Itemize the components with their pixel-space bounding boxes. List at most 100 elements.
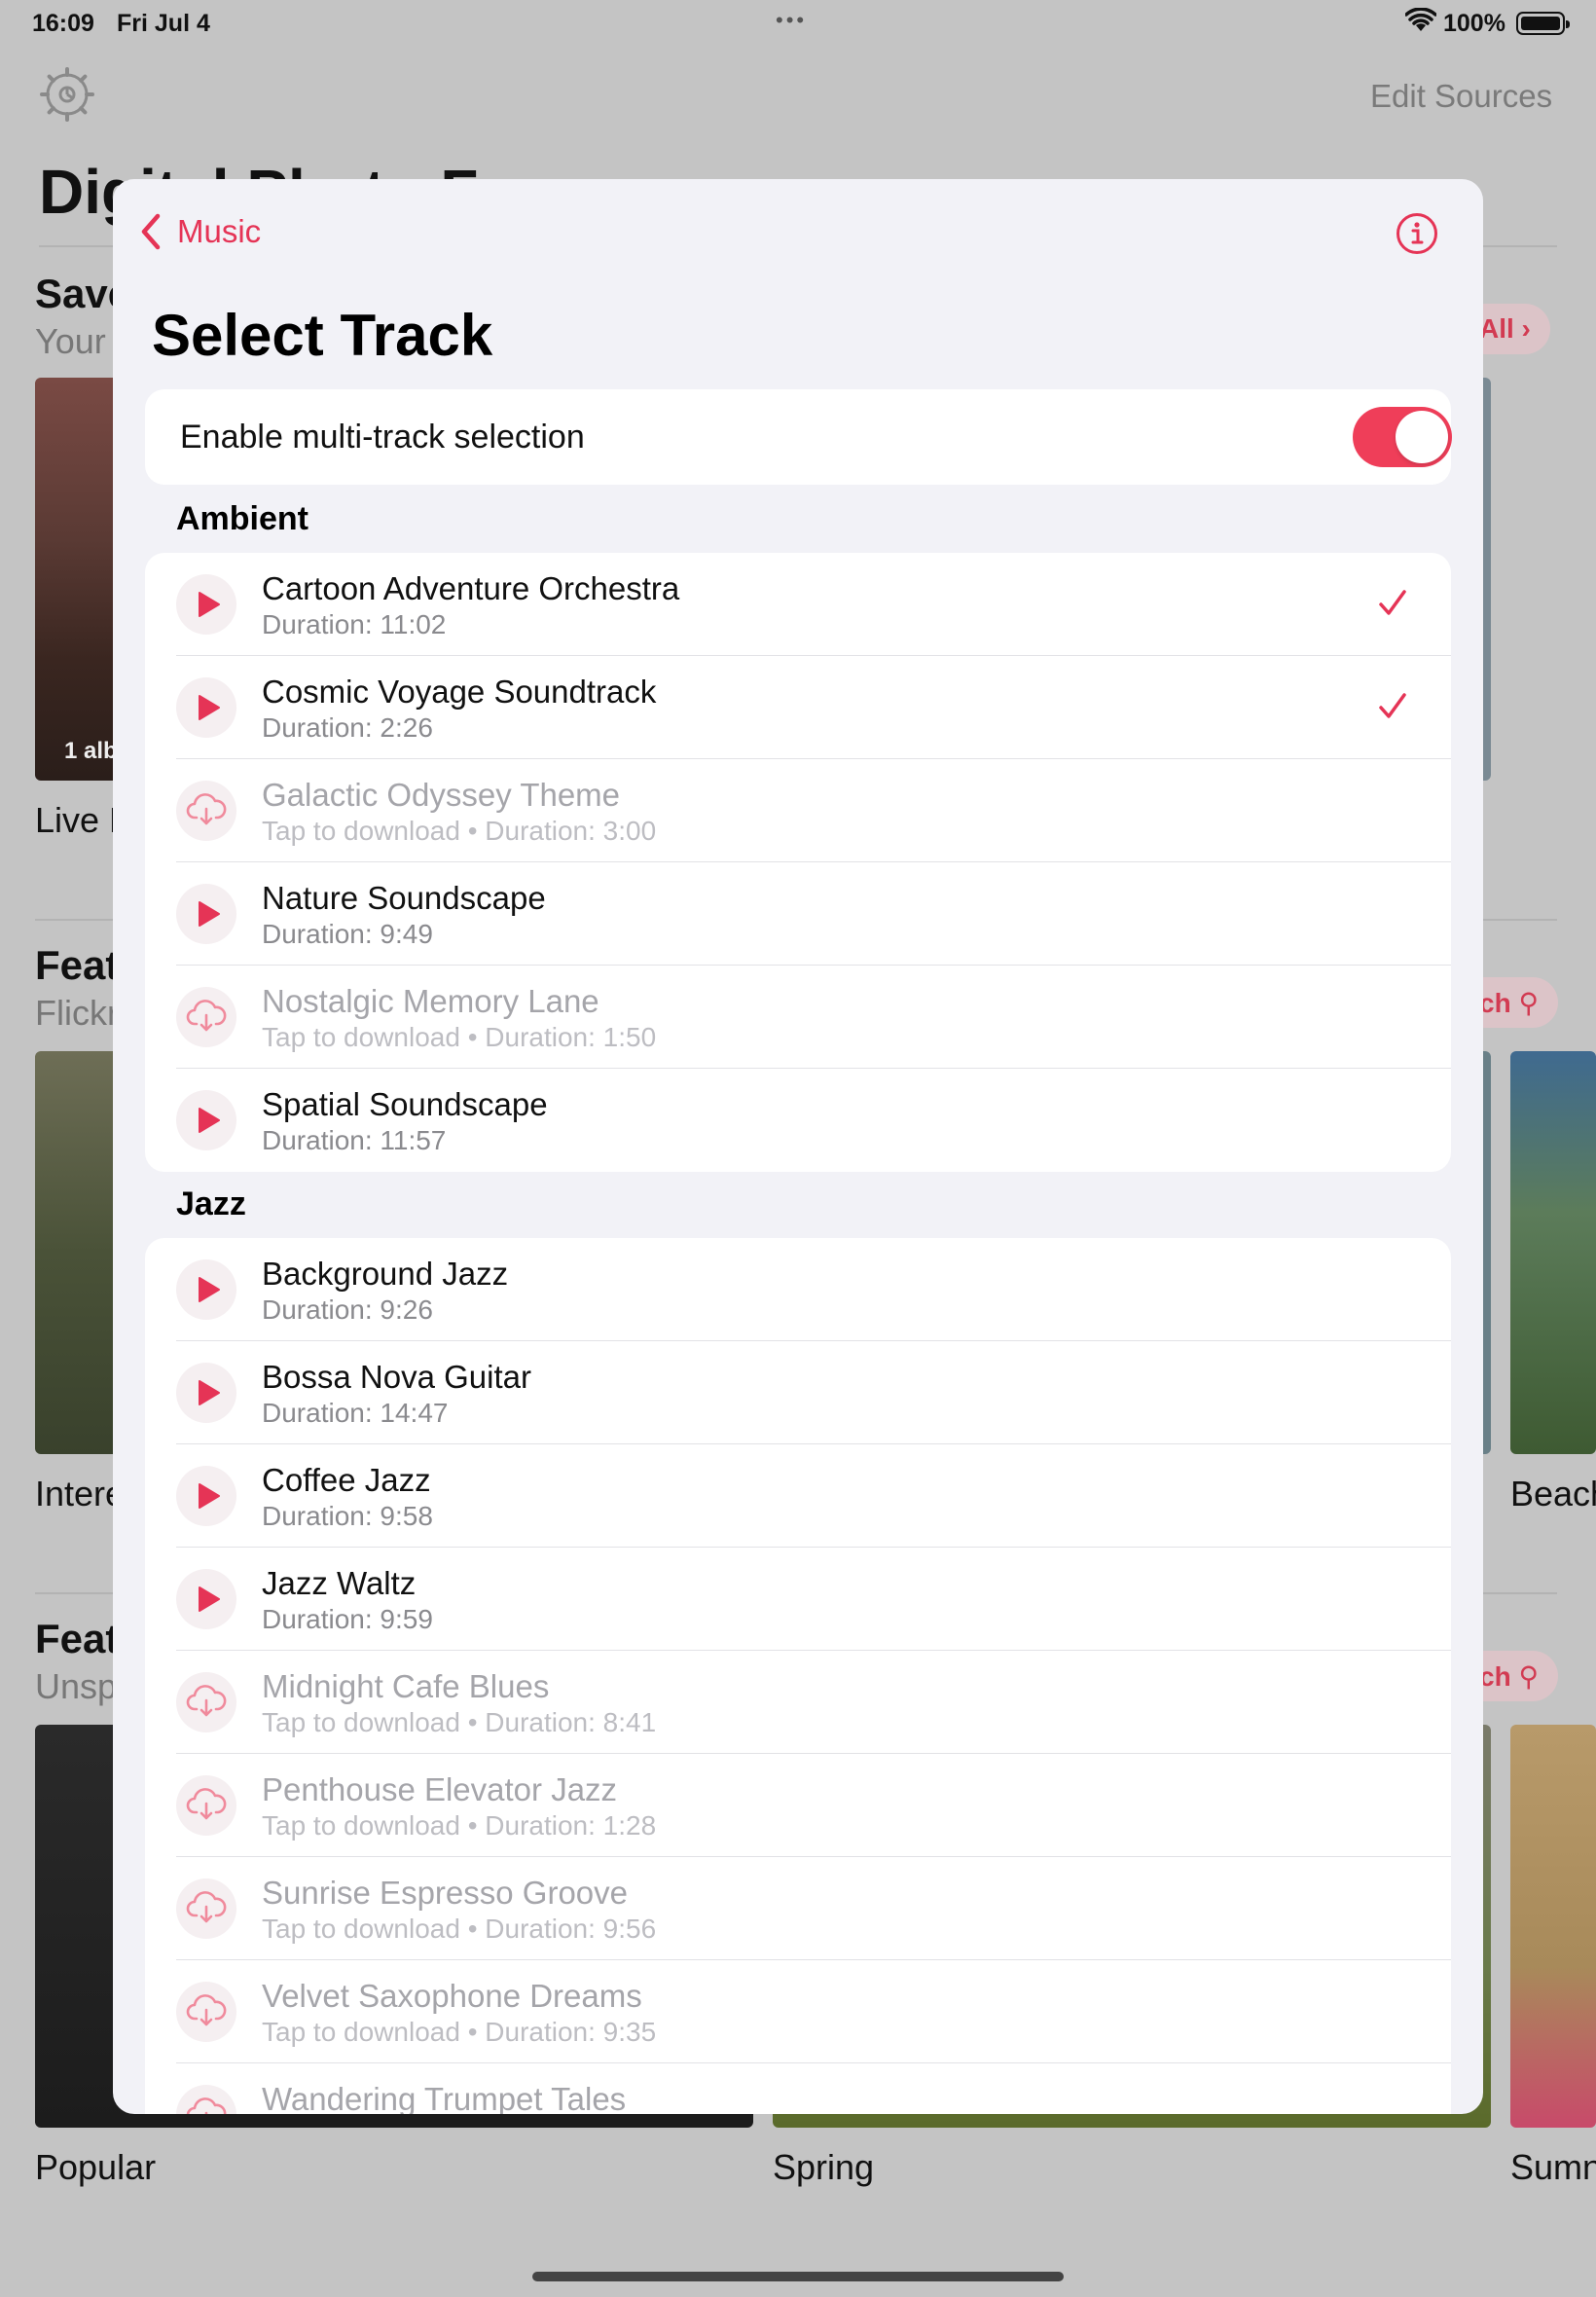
see-all-label: All xyxy=(1479,313,1514,344)
track-row[interactable]: Cosmic Voyage Soundtrack Duration: 2:26 xyxy=(145,656,1451,759)
play-button[interactable] xyxy=(176,1569,236,1629)
download-button[interactable] xyxy=(176,1775,236,1836)
track-duration: Tap to download • Duration: 9:56 xyxy=(262,1914,657,1944)
album-caption: Beach xyxy=(1510,1474,1596,1513)
section-subheading-saved: Your xyxy=(35,321,106,361)
download-button[interactable] xyxy=(176,1878,236,1939)
battery-percent: 100% xyxy=(1443,10,1505,37)
track-row[interactable]: Nature Soundscape Duration: 9:49 xyxy=(145,862,1451,966)
track-duration: Duration: 9:59 xyxy=(262,1604,433,1634)
play-button[interactable] xyxy=(176,1090,236,1150)
track-row[interactable]: Cartoon Adventure Orchestra Duration: 11:… xyxy=(145,553,1451,656)
track-title: Sunrise Espresso Groove xyxy=(262,1875,629,1911)
home-indicator[interactable] xyxy=(532,2272,1064,2281)
track-row[interactable]: Penthouse Elevator Jazz Tap to download •… xyxy=(145,1754,1451,1857)
play-icon xyxy=(199,1108,220,1133)
toggle-knob xyxy=(1396,411,1448,463)
select-track-sheet: Music Select Track Enable multi-track se… xyxy=(113,179,1483,2114)
download-button[interactable] xyxy=(176,987,236,1047)
album-caption: Sumn xyxy=(1510,2147,1596,2187)
search-icon: ⚲ xyxy=(1518,1661,1539,1692)
jazz-track-list: Background Jazz Duration: 9:26 Bossa Nova … xyxy=(145,1238,1451,2114)
play-icon xyxy=(199,1483,220,1509)
play-icon xyxy=(199,1277,220,1302)
track-title: Spatial Soundscape xyxy=(262,1086,548,1122)
track-title: Nostalgic Memory Lane xyxy=(262,983,599,1019)
track-title: Galactic Odyssey Theme xyxy=(262,777,621,813)
play-button[interactable] xyxy=(176,1259,236,1320)
track-title: Penthouse Elevator Jazz xyxy=(262,1771,618,1807)
gear-icon[interactable] xyxy=(39,66,95,123)
track-duration: Tap to download • Duration: 9:35 xyxy=(262,2017,657,2047)
multi-track-toggle-row: Enable multi-track selection xyxy=(145,389,1452,485)
status-time: 16:09 xyxy=(32,10,94,37)
cloud-download-icon xyxy=(186,2097,227,2114)
multitasking-dots-icon[interactable]: ••• xyxy=(776,8,807,33)
cloud-download-icon xyxy=(186,1994,227,2026)
track-row[interactable]: Velvet Saxophone Dreams Tap to download •… xyxy=(145,1960,1451,2063)
album-caption: Popular xyxy=(35,2147,157,2187)
track-row[interactable]: Wandering Trumpet Tales xyxy=(145,2063,1451,2114)
track-duration: Duration: 9:49 xyxy=(262,919,433,949)
album-thumbnail[interactable] xyxy=(35,1051,123,1454)
play-icon xyxy=(199,1380,220,1405)
download-button[interactable] xyxy=(176,1982,236,2042)
play-button[interactable] xyxy=(176,574,236,635)
section-heading-featured-unsplash: Feat xyxy=(35,1616,120,1661)
wifi-icon xyxy=(1405,8,1436,31)
section-subheading-flickr: Flickr xyxy=(35,993,119,1033)
cloud-download-icon xyxy=(186,1891,227,1923)
track-row[interactable]: Spatial Soundscape Duration: 11:57 xyxy=(145,1069,1451,1172)
play-icon xyxy=(199,901,220,927)
section-header-ambient: Ambient xyxy=(176,500,308,537)
track-row[interactable]: Coffee Jazz Duration: 9:58 xyxy=(145,1444,1451,1548)
battery-icon xyxy=(1516,12,1570,35)
play-button[interactable] xyxy=(176,1363,236,1423)
ambient-track-list: Cartoon Adventure Orchestra Duration: 11:… xyxy=(145,553,1451,1172)
checkmark-icon xyxy=(1379,590,1406,615)
info-icon[interactable] xyxy=(1396,212,1438,255)
track-row[interactable]: Midnight Cafe Blues Tap to download • Dur… xyxy=(145,1651,1451,1754)
track-duration: Duration: 2:26 xyxy=(262,712,433,743)
section-heading-featured-flickr: Feat xyxy=(35,942,120,988)
download-button[interactable] xyxy=(176,2085,236,2114)
track-row[interactable]: Galactic Odyssey Theme Tap to download • … xyxy=(145,759,1451,862)
track-row[interactable]: Background Jazz Duration: 9:26 xyxy=(145,1238,1451,1341)
track-title: Coffee Jazz xyxy=(262,1462,431,1498)
edit-sources-button[interactable]: Edit Sources xyxy=(1370,78,1552,115)
track-row[interactable]: Nostalgic Memory Lane Tap to download • D… xyxy=(145,966,1451,1069)
track-duration: Duration: 11:02 xyxy=(262,609,447,639)
multi-track-toggle[interactable] xyxy=(1353,407,1452,467)
track-row[interactable]: Jazz Waltz Duration: 9:59 xyxy=(145,1548,1451,1651)
download-button[interactable] xyxy=(176,1672,236,1732)
cloud-download-icon xyxy=(186,1000,227,1032)
track-duration: Duration: 9:58 xyxy=(262,1501,433,1531)
track-row[interactable]: Bossa Nova Guitar Duration: 14:47 xyxy=(145,1341,1451,1444)
track-title: Jazz Waltz xyxy=(262,1565,417,1601)
play-button[interactable] xyxy=(176,677,236,738)
search-label: ch xyxy=(1479,1661,1511,1692)
section-subheading-unsplash: Unsp xyxy=(35,1666,118,1706)
play-button[interactable] xyxy=(176,884,236,944)
play-icon xyxy=(199,695,220,720)
cloud-download-icon xyxy=(186,1685,227,1717)
track-duration: Tap to download • Duration: 3:00 xyxy=(262,816,657,846)
back-button[interactable]: Music xyxy=(136,212,261,251)
checkmark-icon xyxy=(1379,693,1406,718)
status-bar: 16:09 Fri Jul 4 ••• 100% xyxy=(0,0,1596,47)
download-button[interactable] xyxy=(176,781,236,841)
album-thumbnail[interactable] xyxy=(1510,1725,1596,2128)
track-duration: Tap to download • Duration: 8:41 xyxy=(262,1707,657,1737)
album-thumbnail[interactable] xyxy=(1510,1051,1596,1454)
track-duration: Tap to download • Duration: 1:50 xyxy=(262,1022,657,1052)
track-title: Wandering Trumpet Tales xyxy=(262,2081,627,2114)
track-title: Background Jazz xyxy=(262,1256,509,1292)
album-caption: Intere xyxy=(35,1474,126,1513)
back-button-label: Music xyxy=(177,213,262,249)
cloud-download-icon xyxy=(186,1788,227,1820)
track-duration: Duration: 9:26 xyxy=(262,1294,433,1325)
track-row[interactable]: Sunrise Espresso Groove Tap to download •… xyxy=(145,1857,1451,1960)
play-button[interactable] xyxy=(176,1466,236,1526)
album-thumbnail[interactable] xyxy=(35,378,123,781)
search-icon: ⚲ xyxy=(1518,988,1539,1018)
